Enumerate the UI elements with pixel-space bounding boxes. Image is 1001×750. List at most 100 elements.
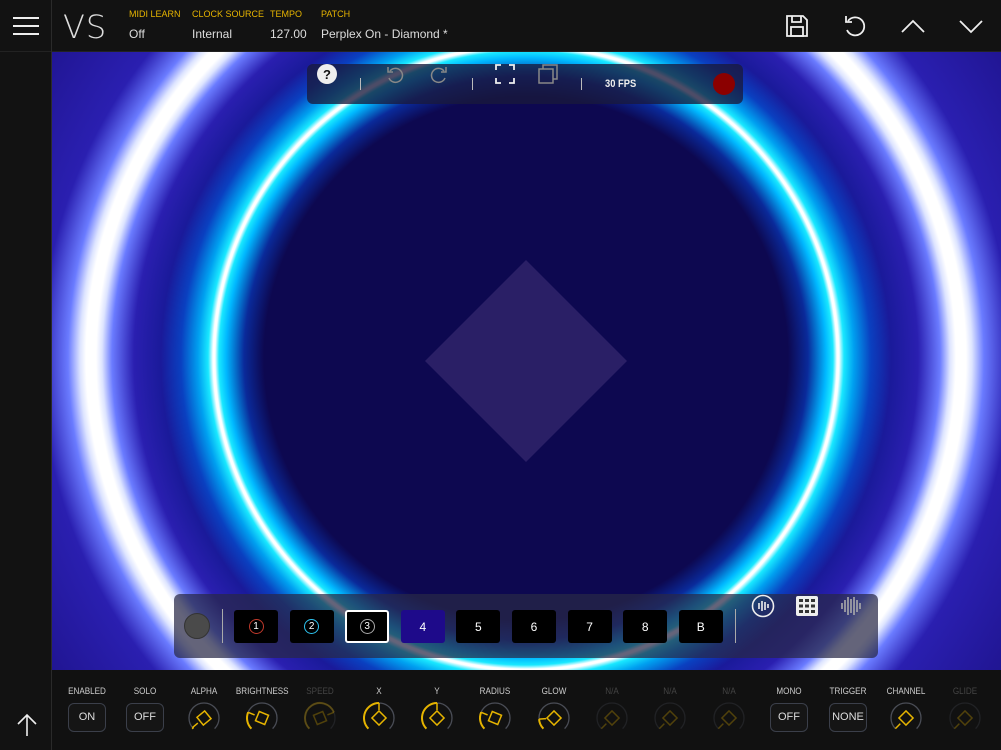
control-na-knob[interactable]: N/A xyxy=(700,686,758,735)
chevron-up-icon[interactable] xyxy=(899,12,927,40)
layer-label: B xyxy=(696,619,705,634)
control-speed-knob[interactable]: SPEED xyxy=(291,686,349,735)
knob-square-indicator xyxy=(956,709,974,727)
audio-input-icon[interactable] xyxy=(751,594,775,618)
knob-dial[interactable] xyxy=(712,701,746,735)
layer-button-7[interactable]: 7 xyxy=(567,610,612,643)
knob-dial[interactable] xyxy=(245,701,279,735)
undo-icon[interactable] xyxy=(385,64,405,84)
waveform-icon[interactable] xyxy=(839,594,863,618)
knob-dial[interactable] xyxy=(889,701,923,735)
duplicate-icon[interactable] xyxy=(538,64,558,84)
chevron-down-icon[interactable] xyxy=(957,12,985,40)
control-brightness-knob[interactable]: BRIGHTNESS xyxy=(233,686,291,735)
grid-icon[interactable] xyxy=(795,594,819,618)
control-label: SPEED xyxy=(306,686,334,696)
toggle-button[interactable]: NONE xyxy=(829,703,867,732)
control-na-knob[interactable]: N/A xyxy=(641,686,699,735)
knob-pointer xyxy=(717,723,724,730)
clock-source-field[interactable]: CLOCK SOURCE Internal xyxy=(192,9,264,41)
control-label: ENABLED xyxy=(68,686,106,696)
knob-pointer xyxy=(953,723,960,730)
control-y-knob[interactable]: Y xyxy=(408,686,466,735)
control-label: TRIGGER xyxy=(829,686,867,696)
arrow-up-icon[interactable] xyxy=(14,712,40,738)
control-solo-toggle[interactable]: SOLO OFF xyxy=(116,686,174,732)
layer-button-8[interactable]: 8 xyxy=(623,610,668,643)
control-mono-toggle[interactable]: MONO OFF xyxy=(760,686,818,732)
knob-square-indicator xyxy=(897,709,915,727)
revert-icon[interactable] xyxy=(841,12,869,40)
control-label: Y xyxy=(434,686,440,696)
control-label: GLIDE xyxy=(952,686,978,696)
divider xyxy=(222,609,223,643)
canvas-toolbar: ? 30 FPS xyxy=(307,64,743,104)
layer-label: 5 xyxy=(475,619,482,634)
patch-value: Perplex On - Diamond * xyxy=(321,27,448,41)
master-layer-button[interactable] xyxy=(184,613,210,639)
knob-arc xyxy=(246,702,278,730)
help-icon[interactable]: ? xyxy=(317,64,337,84)
layer-button-5[interactable]: 5 xyxy=(456,610,501,643)
layer-button-6[interactable]: 6 xyxy=(512,610,556,643)
tempo-label: TEMPO xyxy=(270,9,303,19)
knob-dial[interactable] xyxy=(478,701,512,735)
midi-learn-field[interactable]: MIDI LEARN Off xyxy=(129,9,181,41)
menu-icon[interactable] xyxy=(0,0,52,52)
knob-dial[interactable] xyxy=(537,701,571,735)
knob-pointer xyxy=(538,717,547,720)
knob-square-indicator xyxy=(487,710,503,726)
redo-icon[interactable] xyxy=(429,64,449,84)
record-button[interactable] xyxy=(713,73,735,95)
tempo-field[interactable]: TEMPO 127.00 xyxy=(270,9,307,41)
control-glow-knob[interactable]: GLOW xyxy=(525,686,583,735)
midi-learn-value: Off xyxy=(129,27,145,41)
knob-dial[interactable] xyxy=(653,701,687,735)
knob-dial[interactable] xyxy=(420,701,454,735)
control-label: X xyxy=(376,686,382,696)
layer-button-2[interactable]: 2 xyxy=(289,610,334,643)
control-alpha-knob[interactable]: ALPHA xyxy=(175,686,233,735)
control-label: SOLO xyxy=(133,686,157,696)
patch-field[interactable]: PATCH Perplex On - Diamond * xyxy=(321,9,448,41)
visual-canvas[interactable]: ? 30 FPS 1 2 3 4 5 6 7 8 B xyxy=(52,52,1001,670)
toggle-button[interactable]: ON xyxy=(68,703,106,732)
diamond-shape xyxy=(425,260,627,462)
control-enabled-toggle[interactable]: ENABLED ON xyxy=(58,686,116,732)
knob-pointer xyxy=(600,723,607,730)
layer-label: 1 xyxy=(248,619,264,634)
knob-dial[interactable] xyxy=(948,701,982,735)
control-label: CHANNEL xyxy=(886,686,926,696)
clock-source-value: Internal xyxy=(192,27,233,41)
knob-arc xyxy=(363,702,380,730)
layer-button-3[interactable]: 3 xyxy=(345,610,390,643)
knob-dial[interactable] xyxy=(187,701,221,735)
knob-arc xyxy=(304,702,335,730)
control-trigger-toggle[interactable]: TRIGGER NONE xyxy=(819,686,877,732)
save-icon[interactable] xyxy=(783,12,811,40)
knob-square-indicator xyxy=(195,709,213,727)
divider xyxy=(735,609,736,643)
patch-label: PATCH xyxy=(321,9,351,19)
knob-dial[interactable] xyxy=(595,701,629,735)
control-x-knob[interactable]: X xyxy=(350,686,408,735)
fullscreen-icon[interactable] xyxy=(495,64,515,84)
control-na-knob[interactable]: N/A xyxy=(583,686,641,735)
layer-label: 7 xyxy=(586,619,593,634)
svg-text:?: ? xyxy=(323,67,331,82)
control-label: GLOW xyxy=(541,686,567,696)
knob-dial[interactable] xyxy=(362,701,396,735)
divider xyxy=(360,78,361,90)
layer-button-1[interactable]: 1 xyxy=(234,610,278,643)
control-radius-knob[interactable]: RADIUS xyxy=(466,686,524,735)
control-channel-knob[interactable]: CHANNEL xyxy=(877,686,935,735)
toggle-button[interactable]: OFF xyxy=(770,703,808,732)
knob-dial[interactable] xyxy=(303,701,337,735)
layer-button-B[interactable]: B xyxy=(678,610,723,643)
visual-render xyxy=(425,260,627,462)
layer-button-4[interactable]: 4 xyxy=(400,610,445,643)
control-glide-knob[interactable]: GLIDE xyxy=(936,686,994,735)
knob-pointer xyxy=(480,711,488,716)
toggle-button[interactable]: OFF xyxy=(126,703,164,732)
knob-pointer xyxy=(327,711,335,716)
